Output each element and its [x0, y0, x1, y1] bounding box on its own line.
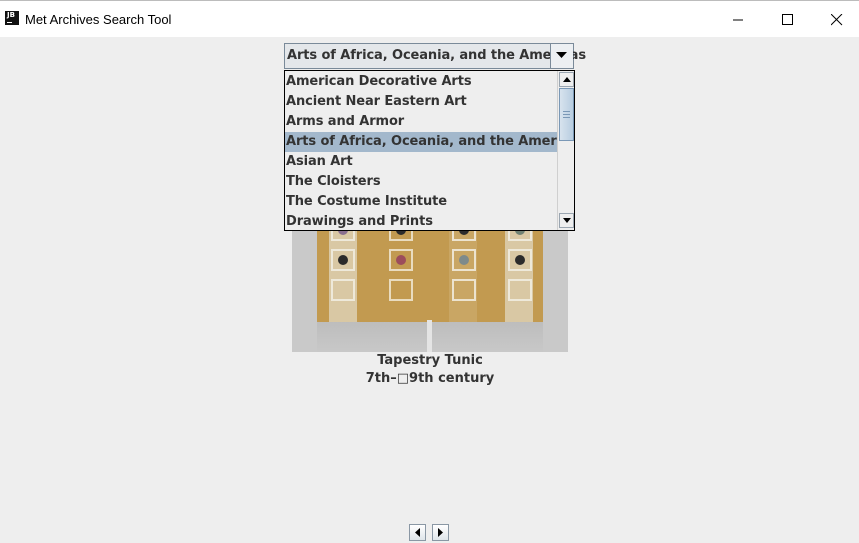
- list-item[interactable]: The Costume Institute: [285, 192, 557, 212]
- minimize-button[interactable]: [716, 1, 762, 38]
- list-item[interactable]: The Cloisters: [285, 172, 557, 192]
- scrollbar-thumb[interactable]: [559, 88, 574, 141]
- right-arrow-icon: [438, 528, 443, 537]
- vertical-scrollbar[interactable]: [557, 71, 574, 230]
- list-item[interactable]: Drawings and Prints: [285, 212, 557, 232]
- artwork-date: 7th–□9th century: [365, 371, 495, 386]
- list-item[interactable]: Asian Art: [285, 152, 557, 172]
- window-title: Met Archives Search Tool: [25, 12, 172, 27]
- combo-arrow-button[interactable]: [550, 44, 573, 68]
- scroll-down-icon: [563, 218, 571, 223]
- scroll-down-button[interactable]: [559, 213, 574, 228]
- list-item[interactable]: American Decorative Arts: [285, 72, 557, 92]
- list-item[interactable]: Ancient Near Eastern Art: [285, 92, 557, 112]
- combo-selected-value: Arts of Africa, Oceania, and the America…: [287, 48, 586, 63]
- list-item[interactable]: Arms and Armor: [285, 112, 557, 132]
- close-button[interactable]: [814, 1, 859, 38]
- maximize-button[interactable]: [765, 1, 811, 38]
- left-arrow-icon: [415, 528, 420, 537]
- department-dropdown-list[interactable]: American Decorative Arts Ancient Near Ea…: [284, 70, 575, 231]
- department-combo-box[interactable]: Arts of Africa, Oceania, and the America…: [284, 43, 586, 69]
- artwork-title: Tapestry Tunic: [377, 353, 483, 368]
- app-icon: JB: [5, 11, 19, 25]
- chevron-down-icon: [556, 52, 567, 58]
- scroll-up-button[interactable]: [559, 72, 574, 87]
- previous-button[interactable]: [409, 524, 426, 541]
- title-bar: JB Met Archives Search Tool: [0, 0, 859, 37]
- minimize-icon: [733, 19, 743, 21]
- maximize-icon: [782, 14, 793, 25]
- scroll-up-icon: [563, 77, 571, 82]
- department-options: American Decorative Arts Ancient Near Ea…: [285, 72, 557, 232]
- close-icon: [831, 14, 843, 26]
- list-item-selected[interactable]: Arts of Africa, Oceania, and the America…: [285, 132, 557, 152]
- next-button[interactable]: [432, 524, 449, 541]
